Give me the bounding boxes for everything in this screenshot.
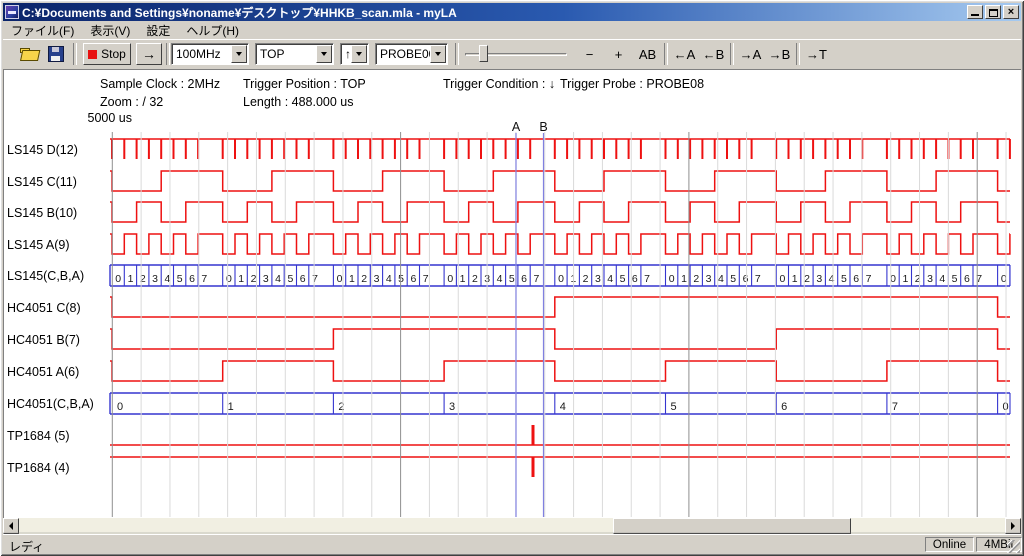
waveform-canvas[interactable]: 0123456701234567012345670123456701234567… — [0, 0, 1024, 556]
svg-text:0: 0 — [337, 273, 343, 285]
svg-text:4: 4 — [607, 273, 613, 285]
svg-text:7: 7 — [533, 273, 539, 285]
svg-text:3: 3 — [263, 273, 269, 285]
svg-text:5: 5 — [952, 273, 958, 285]
cursor-a-label: A — [512, 120, 521, 134]
svg-text:1: 1 — [238, 273, 244, 285]
svg-text:2: 2 — [338, 401, 344, 413]
svg-text:0: 0 — [669, 273, 675, 285]
window-frame: C:¥Documents and Settings¥noname¥デスクトップ¥… — [0, 0, 1024, 556]
svg-text:1: 1 — [902, 273, 908, 285]
svg-text:0: 0 — [558, 273, 564, 285]
svg-text:6: 6 — [300, 273, 306, 285]
svg-text:6: 6 — [781, 401, 787, 413]
svg-text:5: 5 — [509, 273, 515, 285]
svg-text:3: 3 — [706, 273, 712, 285]
svg-text:0: 0 — [115, 273, 121, 285]
svg-text:4: 4 — [939, 273, 945, 285]
svg-text:3: 3 — [449, 401, 455, 413]
svg-text:6: 6 — [964, 273, 970, 285]
svg-text:6: 6 — [743, 273, 749, 285]
svg-text:6: 6 — [853, 273, 859, 285]
svg-text:7: 7 — [423, 273, 429, 285]
svg-text:3: 3 — [374, 273, 380, 285]
svg-text:5: 5 — [177, 273, 183, 285]
svg-text:7: 7 — [755, 273, 761, 285]
svg-text:0: 0 — [779, 273, 785, 285]
svg-text:3: 3 — [816, 273, 822, 285]
svg-text:6: 6 — [521, 273, 527, 285]
svg-text:2: 2 — [472, 273, 478, 285]
svg-text:5: 5 — [398, 273, 404, 285]
svg-text:7: 7 — [312, 273, 318, 285]
svg-text:5: 5 — [670, 401, 676, 413]
svg-text:2: 2 — [693, 273, 699, 285]
svg-text:4: 4 — [718, 273, 724, 285]
svg-text:3: 3 — [927, 273, 933, 285]
svg-text:4: 4 — [829, 273, 835, 285]
svg-text:4: 4 — [275, 273, 281, 285]
svg-text:2: 2 — [583, 273, 589, 285]
cursor-b-label: B — [539, 120, 547, 134]
svg-text:1: 1 — [460, 273, 466, 285]
svg-text:4: 4 — [560, 401, 566, 413]
svg-text:4: 4 — [497, 273, 503, 285]
svg-text:3: 3 — [152, 273, 158, 285]
svg-text:5: 5 — [620, 273, 626, 285]
svg-text:2: 2 — [251, 273, 257, 285]
svg-text:7: 7 — [866, 273, 872, 285]
svg-text:5: 5 — [287, 273, 293, 285]
svg-text:7: 7 — [201, 273, 207, 285]
svg-text:5: 5 — [841, 273, 847, 285]
svg-text:1: 1 — [228, 401, 234, 413]
svg-text:0: 0 — [226, 273, 232, 285]
svg-text:7: 7 — [892, 401, 898, 413]
svg-text:1: 1 — [128, 273, 134, 285]
svg-text:2: 2 — [804, 273, 810, 285]
svg-text:6: 6 — [410, 273, 416, 285]
svg-text:2: 2 — [361, 273, 367, 285]
svg-text:0: 0 — [117, 401, 123, 413]
svg-text:0: 0 — [447, 273, 453, 285]
svg-text:4: 4 — [386, 273, 392, 285]
svg-text:6: 6 — [189, 273, 195, 285]
svg-text:1: 1 — [681, 273, 687, 285]
svg-text:1: 1 — [349, 273, 355, 285]
svg-text:5: 5 — [730, 273, 736, 285]
svg-text:6: 6 — [632, 273, 638, 285]
svg-text:3: 3 — [595, 273, 601, 285]
svg-text:7: 7 — [644, 273, 650, 285]
svg-text:1: 1 — [792, 273, 798, 285]
